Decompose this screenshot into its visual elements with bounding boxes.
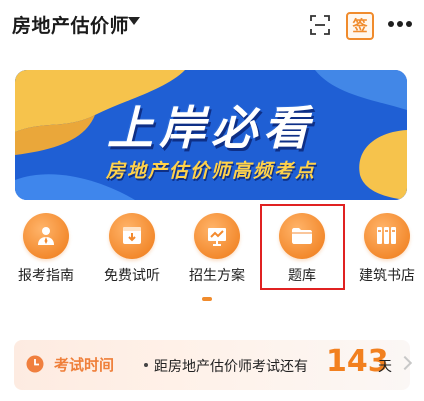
exam-countdown-bar[interactable]: 考试时间 距房地产估价师考试还有 143 天 xyxy=(14,340,413,390)
menu-item-bookstore[interactable]: 建筑书店 xyxy=(345,205,424,290)
menu-item-enrollment-plan[interactable]: 招生方案 xyxy=(175,205,259,290)
chevron-right-icon xyxy=(397,355,413,371)
bullet-dot xyxy=(144,363,148,367)
menu-label: 免费试听 xyxy=(104,268,160,284)
scan-icon[interactable] xyxy=(309,14,331,36)
menu-item-free-trial[interactable]: 免费试听 xyxy=(90,205,174,290)
more-icon[interactable] xyxy=(388,20,412,28)
sign-in-icon[interactable]: 签 xyxy=(346,12,374,40)
exam-days-unit: 天 xyxy=(378,359,392,375)
banner-subtitle: 房地产估价师高频考点 xyxy=(105,160,316,182)
exam-guide-icon xyxy=(38,227,54,245)
menu-label: 建筑书店 xyxy=(359,268,415,284)
folder-icon xyxy=(292,228,312,244)
pager-indicator xyxy=(202,297,212,301)
menu-label: 题库 xyxy=(288,268,316,284)
app-header: 房地产估价师 签 xyxy=(0,0,424,52)
menu-item-exam-guide[interactable]: 报考指南 xyxy=(4,205,88,290)
exam-label: 考试时间 xyxy=(54,356,115,374)
menu-label: 招生方案 xyxy=(189,268,245,284)
menu-item-question-bank[interactable]: 题库 xyxy=(260,205,344,290)
page-title[interactable]: 房地产估价师 xyxy=(12,11,129,38)
promo-banner[interactable]: 上岸必看 房地产估价师高频考点 xyxy=(15,70,407,200)
free-trial-icon xyxy=(123,227,141,244)
banner-title: 上岸必看 xyxy=(107,101,315,155)
enrollment-plan-icon xyxy=(208,228,226,246)
bookshelf-icon xyxy=(377,227,396,244)
exam-countdown-text: 距房地产估价师考试还有 xyxy=(154,359,308,375)
quick-menu: 报考指南 免费试听 招生方案 题库 建筑书店 xyxy=(0,205,424,290)
clock-icon xyxy=(26,355,44,373)
chevron-down-icon[interactable] xyxy=(128,17,140,25)
menu-label: 报考指南 xyxy=(18,268,74,284)
